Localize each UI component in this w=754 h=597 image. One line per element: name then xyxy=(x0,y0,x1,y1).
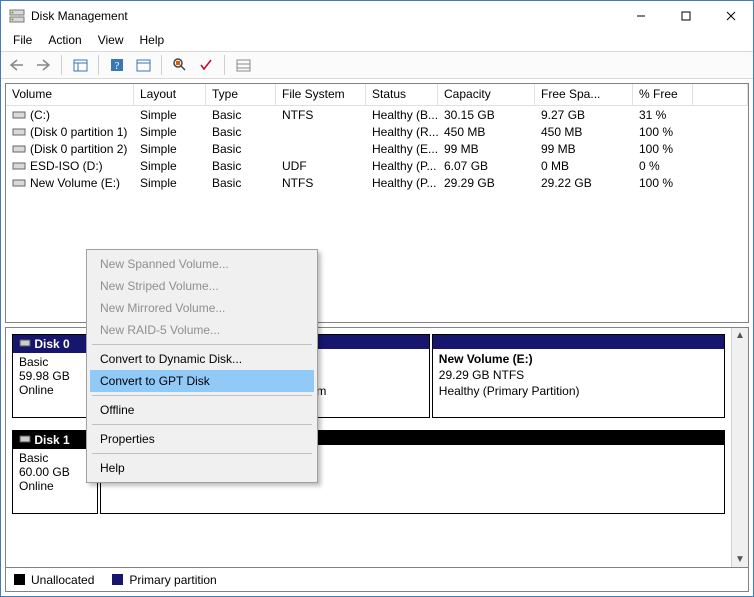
ctx-offline[interactable]: Offline xyxy=(90,399,314,421)
scroll-down-icon[interactable]: ▼ xyxy=(735,554,745,565)
swatch-unallocated xyxy=(14,574,25,585)
titlebar: Disk Management xyxy=(1,1,753,31)
ctx-new-raid5: New RAID-5 Volume... xyxy=(90,319,314,341)
forward-button[interactable] xyxy=(31,54,55,76)
volume-row[interactable]: New Volume (E:)SimpleBasicNTFSHealthy (P… xyxy=(6,174,748,191)
back-button[interactable] xyxy=(5,54,29,76)
partition-line1: 29.29 GB NTFS xyxy=(439,367,718,383)
scroll-up-icon[interactable]: ▲ xyxy=(735,330,745,341)
window-title: Disk Management xyxy=(31,9,618,23)
menubar: File Action View Help xyxy=(1,31,753,51)
ctx-convert-dynamic[interactable]: Convert to Dynamic Disk... xyxy=(90,348,314,370)
help-button[interactable]: ? xyxy=(105,54,129,76)
menu-help[interactable]: Help xyxy=(132,31,173,49)
column-filesystem[interactable]: File System xyxy=(276,84,366,105)
disk0-type: Basic xyxy=(19,355,91,369)
disk1-label: Disk 1 xyxy=(34,433,69,447)
vertical-scrollbar[interactable]: ▲ ▼ xyxy=(731,328,748,567)
column-pctfree[interactable]: % Free xyxy=(633,84,693,105)
show-hide-console-button[interactable] xyxy=(68,54,92,76)
svg-text:?: ? xyxy=(115,60,120,72)
disk0-size: 59.98 GB xyxy=(19,369,91,383)
disk0-label: Disk 0 xyxy=(34,337,69,351)
disk1-type: Basic xyxy=(19,451,91,465)
menu-file[interactable]: File xyxy=(5,31,40,49)
partition-name: New Volume (E:) xyxy=(439,351,718,367)
ctx-help[interactable]: Help xyxy=(90,457,314,479)
disk1-size: 60.00 GB xyxy=(19,465,91,479)
maximize-button[interactable] xyxy=(663,1,708,31)
volume-list-header: Volume Layout Type File System Status Ca… xyxy=(6,84,748,106)
toolbar: ? xyxy=(1,51,753,79)
column-status[interactable]: Status xyxy=(366,84,438,105)
disk0-partition-e[interactable]: New Volume (E:) 29.29 GB NTFS Healthy (P… xyxy=(432,334,725,418)
swatch-primary xyxy=(112,574,123,585)
rescan-button[interactable] xyxy=(194,54,218,76)
volume-row[interactable]: (C:)SimpleBasicNTFSHealthy (B...30.15 GB… xyxy=(6,106,748,123)
column-freespace[interactable]: Free Spa... xyxy=(535,84,633,105)
disk1-state: Online xyxy=(19,479,91,493)
ctx-new-mirrored: New Mirrored Volume... xyxy=(90,297,314,319)
list-button[interactable] xyxy=(231,54,255,76)
ctx-new-spanned: New Spanned Volume... xyxy=(90,253,314,275)
column-layout[interactable]: Layout xyxy=(134,84,206,105)
app-icon xyxy=(9,8,25,24)
column-volume[interactable]: Volume xyxy=(6,84,134,105)
volume-row[interactable]: (Disk 0 partition 1)SimpleBasicHealthy (… xyxy=(6,123,748,140)
close-button[interactable] xyxy=(708,1,753,31)
menu-view[interactable]: View xyxy=(90,31,132,49)
settings-button[interactable] xyxy=(131,54,155,76)
volume-row[interactable]: ESD-ISO (D:)SimpleBasicUDFHealthy (P...6… xyxy=(6,157,748,174)
column-capacity[interactable]: Capacity xyxy=(438,84,535,105)
partition-line2: Healthy (Primary Partition) xyxy=(439,383,718,399)
ctx-properties[interactable]: Properties xyxy=(90,428,314,450)
minimize-button[interactable] xyxy=(618,1,663,31)
column-type[interactable]: Type xyxy=(206,84,276,105)
column-blank[interactable] xyxy=(693,84,748,105)
context-menu: New Spanned Volume... New Striped Volume… xyxy=(86,249,318,483)
ctx-convert-gpt[interactable]: Convert to GPT Disk xyxy=(90,370,314,392)
ctx-new-striped: New Striped Volume... xyxy=(90,275,314,297)
volume-row[interactable]: (Disk 0 partition 2)SimpleBasicHealthy (… xyxy=(6,140,748,157)
refresh-button[interactable] xyxy=(168,54,192,76)
legend: Unallocated Primary partition xyxy=(5,568,749,592)
menu-action[interactable]: Action xyxy=(40,31,89,49)
legend-primary: Primary partition xyxy=(129,573,216,587)
disk0-state: Online xyxy=(19,383,91,397)
legend-unallocated: Unallocated xyxy=(31,573,94,587)
